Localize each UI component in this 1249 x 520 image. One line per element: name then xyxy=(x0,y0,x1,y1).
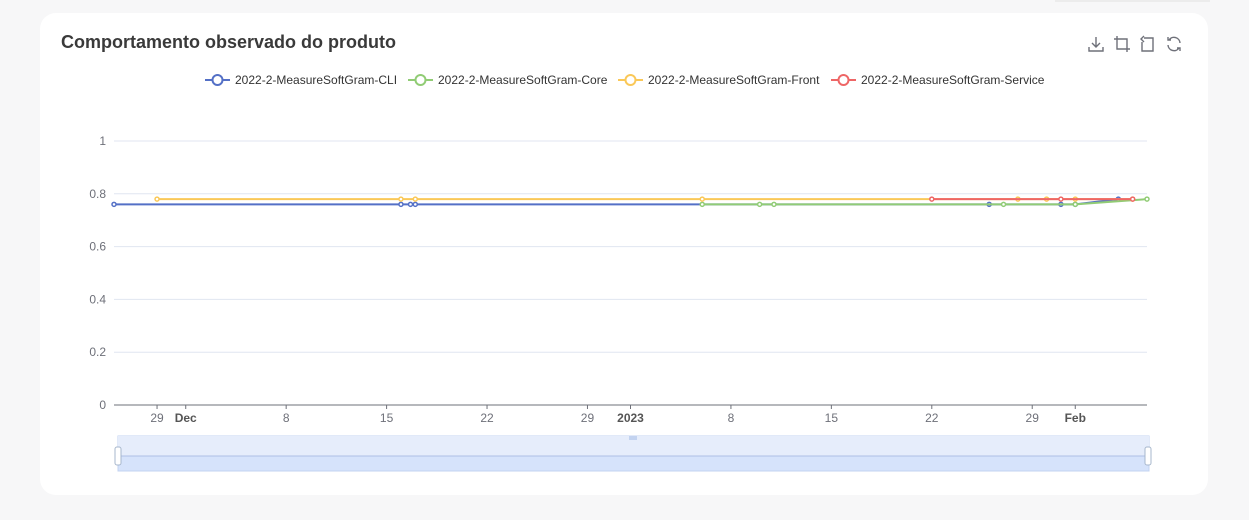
x-tick-label: 29 xyxy=(150,411,164,425)
x-tick-label: 2023 xyxy=(617,411,644,425)
y-tick-label: 0.6 xyxy=(89,240,106,254)
x-tick-label: 22 xyxy=(925,411,939,425)
legend-marker[interactable] xyxy=(211,74,224,86)
x-tick-label: 15 xyxy=(825,411,839,425)
data-point xyxy=(771,201,777,208)
x-tick-label: 29 xyxy=(581,411,595,425)
data-point xyxy=(398,196,404,202)
data-point xyxy=(1144,196,1150,202)
legend-item[interactable]: 2022-2-MeasureSoftGram-Front xyxy=(648,73,820,87)
data-point xyxy=(1058,196,1064,202)
data-point xyxy=(154,196,160,202)
legend-marker[interactable] xyxy=(414,74,427,86)
y-tick-label: 0.4 xyxy=(89,292,106,306)
line-chart: 0 0.2 0.4 0.6 0.8 1 29 Dec 8 15 22 29 2023 8 15 22 29 Feb… xyxy=(89,73,1152,472)
x-tick-label: Feb xyxy=(1065,411,1086,425)
legend-item[interactable]: 2022-2-MeasureSoftGram-Core xyxy=(438,73,608,87)
x-tick-label: 8 xyxy=(283,411,290,425)
data-point xyxy=(1129,196,1136,202)
legend-marker[interactable] xyxy=(837,74,850,86)
data-point xyxy=(412,196,419,202)
data-zoom-move-handle[interactable] xyxy=(629,436,637,440)
data-point xyxy=(699,201,705,208)
data-zoom-handle-right[interactable] xyxy=(1144,446,1152,466)
y-tick-label: 1 xyxy=(99,134,106,148)
x-tick-label: 22 xyxy=(480,411,494,425)
data-point xyxy=(756,201,763,208)
x-tick-label: 29 xyxy=(1026,411,1040,425)
x-tick-label: 15 xyxy=(380,411,394,425)
data-point xyxy=(111,201,117,208)
legend-item[interactable]: 2022-2-MeasureSoftGram-CLI xyxy=(235,73,397,87)
x-tick-label: Dec xyxy=(175,411,197,425)
data-point xyxy=(699,196,705,202)
data-point xyxy=(1072,201,1079,208)
data-point xyxy=(1000,201,1007,208)
data-point xyxy=(412,201,419,208)
data-point xyxy=(407,201,414,208)
data-point xyxy=(398,201,404,208)
data-point xyxy=(929,196,935,202)
y-tick-label: 0.2 xyxy=(89,345,106,359)
legend-marker[interactable] xyxy=(624,74,637,86)
x-tick-label: 8 xyxy=(728,411,735,425)
y-tick-label: 0.8 xyxy=(89,187,106,201)
data-zoom-handle-left[interactable] xyxy=(114,446,122,466)
legend-item[interactable]: 2022-2-MeasureSoftGram-Service xyxy=(861,73,1045,87)
y-tick-label: 0 xyxy=(99,398,106,412)
